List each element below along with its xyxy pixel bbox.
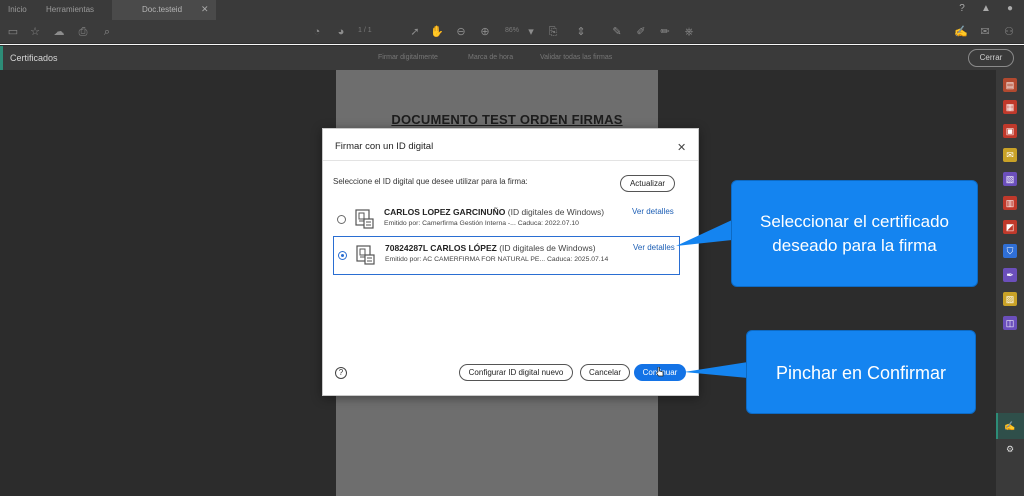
right-tools-rail: ▤ ▦ ▣ ✉ ▧ ▥ ◩ ⛉ ✒ ▨ ◫ ✍ ⚙ [996,70,1024,496]
zoom-out-icon[interactable]: ⊖ [454,25,468,39]
certificate-icon [355,209,374,229]
bookmark-star-icon[interactable]: ☆ [28,25,42,39]
dialog-instruction: Seleccione el ID digital que desee utili… [333,177,528,186]
callout-pointer-confirm [684,362,748,378]
view-details-link[interactable]: Ver detalles [633,243,675,252]
compare-icon[interactable]: ◫ [1003,316,1017,330]
callout-select-line2: deseado para la firma [772,236,937,255]
callout-pointer-select [676,220,732,246]
certificate-details: Emitido por: AC CAMERFIRMA FOR NATURAL P… [385,256,609,263]
timestamp-option[interactable]: Marca de hora [468,54,513,61]
avatar[interactable]: ● [1004,3,1016,15]
select-cursor-icon[interactable]: ➚ [408,25,422,39]
view-details-link[interactable]: Ver detalles [632,207,674,216]
share-user-icon[interactable]: ⚇ [1002,25,1016,39]
export-pdf-icon[interactable]: ▤ [1003,78,1017,92]
edit-pdf-icon[interactable]: ▣ [1003,124,1017,138]
digitally-sign-option[interactable]: Firmar digitalmente [378,54,438,61]
document-title: DOCUMENTO TEST ORDEN FIRMAS [391,112,623,127]
draw-icon[interactable]: ✏ [658,25,672,39]
sign-icon[interactable]: ✍ [954,25,968,39]
main-toolbar: ▭ ☆ ☁ ⎙ ⌕ ◔ ◕ 1 / 1 ➚ ✋ ⊖ ⊕ 86% ▾ ⎘ ⇕ ✎ … [0,20,1024,44]
certificate-option[interactable]: CARLOS LOPEZ GARCINUÑO (ID digitales de … [333,201,680,239]
certificate-icon [356,245,375,265]
create-pdf-icon[interactable]: ▦ [1003,100,1017,114]
highlight-icon[interactable]: ✐ [634,25,648,39]
scan-icon[interactable]: ▨ [1003,292,1017,306]
radio-selected[interactable] [338,251,347,260]
scroll-mode-icon[interactable]: ⇕ [574,25,588,39]
certificate-details: Emitido por: Camerfirma Gestión Interna … [384,220,579,227]
certificates-title: Certificados [10,53,58,63]
certificate-name: CARLOS LOPEZ GARCINUÑO [384,207,506,217]
certificate-name: 70824287L CARLOS LÓPEZ [385,243,497,253]
callout-select-certificate: Seleccionar el certificado deseado para … [731,180,978,287]
certificates-panel-bar: Certificados Firmar digitalmente Marca d… [0,45,1024,71]
more-tools-icon[interactable]: ⚙ [1003,442,1017,456]
certificate-option-selected[interactable]: 70824287L CARLOS LÓPEZ (ID digitales de … [333,236,680,275]
redact-icon[interactable]: ◩ [1003,220,1017,234]
page-fit-icon[interactable]: ⎘ [546,25,560,39]
callout-select-line1: Seleccionar el certificado [760,212,949,231]
certificate-tool-icon[interactable]: ✍ [1003,419,1017,433]
certificate-type: (ID digitales de Windows) [499,243,596,253]
sign-with-digital-id-dialog: Firmar con un ID digital ✕ Seleccione el… [322,128,699,396]
refresh-button[interactable]: Actualizar [620,175,675,192]
comment-icon[interactable]: ✎ [610,25,624,39]
certificate-type: (ID digitales de Windows) [507,207,605,217]
comment-tool-icon[interactable]: ✉ [1003,148,1017,162]
close-tab-icon[interactable]: ✕ [201,4,209,15]
validate-signatures-option[interactable]: Validar todas las firmas [540,54,612,61]
configure-digital-id-button[interactable]: Configurar ID digital nuevo [459,364,573,381]
bell-icon[interactable]: ▲ [980,3,992,15]
stamp-icon[interactable]: ⎈ [682,25,696,39]
page-down-icon[interactable]: ◕ [334,25,348,39]
app-window: Inicio Herramientas Doc.testeid ✕ ? ▲ ● … [0,0,1024,496]
upload-cloud-icon[interactable]: ☁ [52,25,66,39]
print-icon[interactable]: ⎙ [76,25,90,39]
accent-strip [0,46,3,71]
close-icon[interactable]: ✕ [677,141,686,154]
cancel-button[interactable]: Cancelar [580,364,630,381]
divider [323,160,698,161]
zoom-level[interactable]: 86% [505,27,519,34]
zoom-dropdown-icon[interactable]: ▾ [524,25,538,39]
page-up-icon[interactable]: ◔ [310,25,324,39]
page-indicator[interactable]: 1 / 1 [358,27,372,34]
tab-document-label: Doc.testeid [142,5,183,14]
organize-pages-icon[interactable]: ▥ [1003,196,1017,210]
fill-sign-icon[interactable]: ✒ [1003,268,1017,282]
help-icon[interactable]: ? [956,3,968,15]
radio-unselected[interactable] [337,215,346,224]
help-icon[interactable]: ? [335,367,347,379]
create-icon[interactable]: ▭ [6,25,20,39]
protect-icon[interactable]: ⛉ [1003,244,1017,258]
callout-confirm-text: Pinchar en Confirmar [775,363,947,383]
hand-tool-icon[interactable]: ✋ [430,25,444,39]
combine-files-icon[interactable]: ▧ [1003,172,1017,186]
zoom-in-icon[interactable]: ⊕ [478,25,492,39]
tab-bar: Inicio Herramientas Doc.testeid ✕ ? ▲ ● [0,0,1024,20]
search-icon[interactable]: ⌕ [100,25,114,39]
close-panel-button[interactable]: Cerrar [968,49,1014,67]
certificate-name-line: 70824287L CARLOS LÓPEZ (ID digitales de … [385,243,596,253]
callout-confirm: Pinchar en Confirmar [746,330,976,414]
tab-home[interactable]: Inicio [8,5,27,14]
tab-tools[interactable]: Herramientas [46,5,94,14]
mail-icon[interactable]: ✉ [978,25,992,39]
dialog-title: Firmar con un ID digital [335,141,434,152]
certificate-name-line: CARLOS LOPEZ GARCINUÑO (ID digitales de … [384,207,604,217]
pointer-hand-icon [656,367,664,377]
